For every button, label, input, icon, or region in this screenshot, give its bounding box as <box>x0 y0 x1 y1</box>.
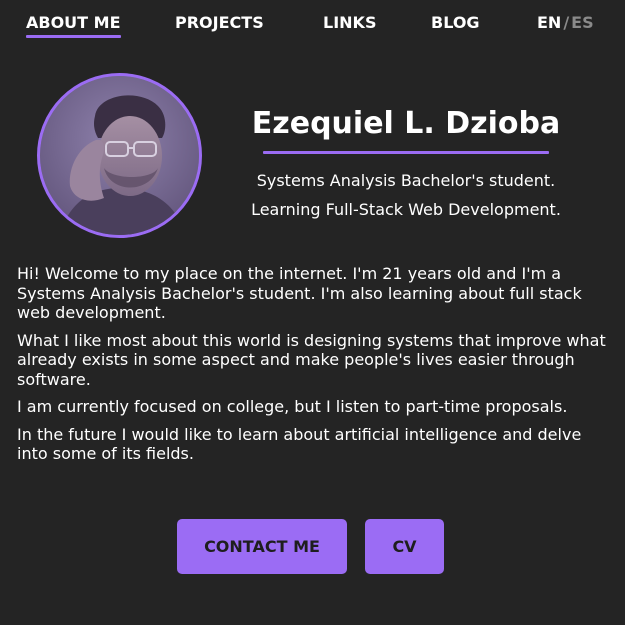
nav-item-blog[interactable]: BLOG <box>431 13 480 33</box>
bio-paragraph: I am currently focused on college, but I… <box>17 397 568 416</box>
cv-button[interactable]: CV <box>365 519 444 574</box>
nav-item-links[interactable]: LINKS <box>323 13 376 33</box>
language-en-option[interactable]: EN <box>537 13 561 32</box>
language-separator: / <box>563 13 570 32</box>
bio-section: Hi! Welcome to my place on the internet.… <box>17 264 612 472</box>
bio-paragraph: What I like most about this world is des… <box>17 330 606 389</box>
contact-me-button[interactable]: CONTACT ME <box>177 519 347 574</box>
profile-subtitle-line-1: Systems Analysis Bachelor's student. <box>256 171 556 190</box>
name-underline-divider <box>263 151 549 154</box>
nav-item-projects[interactable]: PROJECTS <box>175 13 264 33</box>
profile-subtitle-line-2: Learning Full-Stack Web Development. <box>251 200 561 219</box>
profile-avatar <box>37 73 202 238</box>
bio-paragraph: Hi! Welcome to my place on the internet.… <box>17 264 582 322</box>
profile-photo-image <box>40 76 199 235</box>
language-switcher: EN / ES <box>537 13 594 33</box>
nav-item-about-me[interactable]: ABOUT ME <box>26 13 121 38</box>
bio-paragraph: In the future I would like to learn abou… <box>17 424 582 464</box>
profile-name: Ezequiel L. Dzioba <box>251 106 561 141</box>
language-es-option[interactable]: ES <box>571 13 593 32</box>
top-navigation: ABOUT ME PROJECTS LINKS BLOG EN / ES <box>0 0 625 48</box>
